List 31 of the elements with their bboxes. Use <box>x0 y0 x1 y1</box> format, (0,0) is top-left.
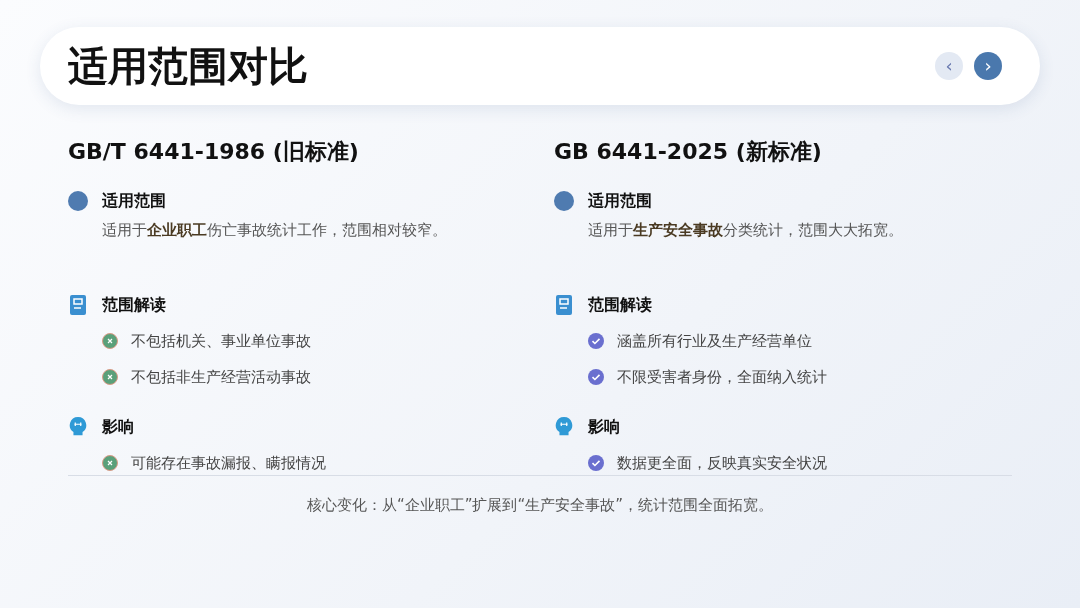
dot-icon <box>554 191 574 211</box>
cross-icon <box>102 333 118 349</box>
cross-icon <box>102 455 118 471</box>
section-title: 影响 <box>102 416 134 438</box>
check-icon <box>588 369 604 385</box>
section-title: 影响 <box>588 416 620 438</box>
list-item-text: 不限受害者身份，全面纳入统计 <box>617 367 827 387</box>
description-text: 适用于生产安全事故分类统计，范围大大拓宽。 <box>588 221 904 240</box>
nav-button[interactable]: › <box>974 52 1002 80</box>
dot-icon <box>68 191 88 211</box>
list-item-text: 可能存在事故漏报、瞒报情况 <box>131 453 326 473</box>
slide-title: 适用范围对比 <box>68 41 308 91</box>
lightbulb-icon <box>554 417 574 437</box>
check-icon <box>588 455 604 471</box>
section-title: 适用范围 <box>102 190 166 212</box>
check-icon <box>588 333 604 349</box>
list-item-text: 涵盖所有行业及生产经营单位 <box>617 331 812 351</box>
list-item-text: 不包括非生产经营活动事故 <box>131 367 311 387</box>
section-title: 范围解读 <box>102 294 166 316</box>
lightbulb-icon <box>68 417 88 437</box>
description-text: 适用于企业职工伤亡事故统计工作，范围相对较窄。 <box>102 221 448 240</box>
section-title: 范围解读 <box>588 294 652 316</box>
document-icon <box>68 295 88 315</box>
summary-text: 核心变化：从“企业职工”扩展到“生产安全事故”，统计范围全面拓宽。 <box>305 496 775 515</box>
column-heading: GB 6441-2025 (新标准) <box>554 138 823 166</box>
section-title: 适用范围 <box>588 190 652 212</box>
column-heading: GB/T 6441-1986 (旧标准) <box>68 138 360 166</box>
list-item-text: 数据更全面，反映真实安全状况 <box>617 453 827 473</box>
list-item-text: 不包括机关、事业单位事故 <box>131 331 311 351</box>
document-icon <box>554 295 574 315</box>
cross-icon <box>102 369 118 385</box>
